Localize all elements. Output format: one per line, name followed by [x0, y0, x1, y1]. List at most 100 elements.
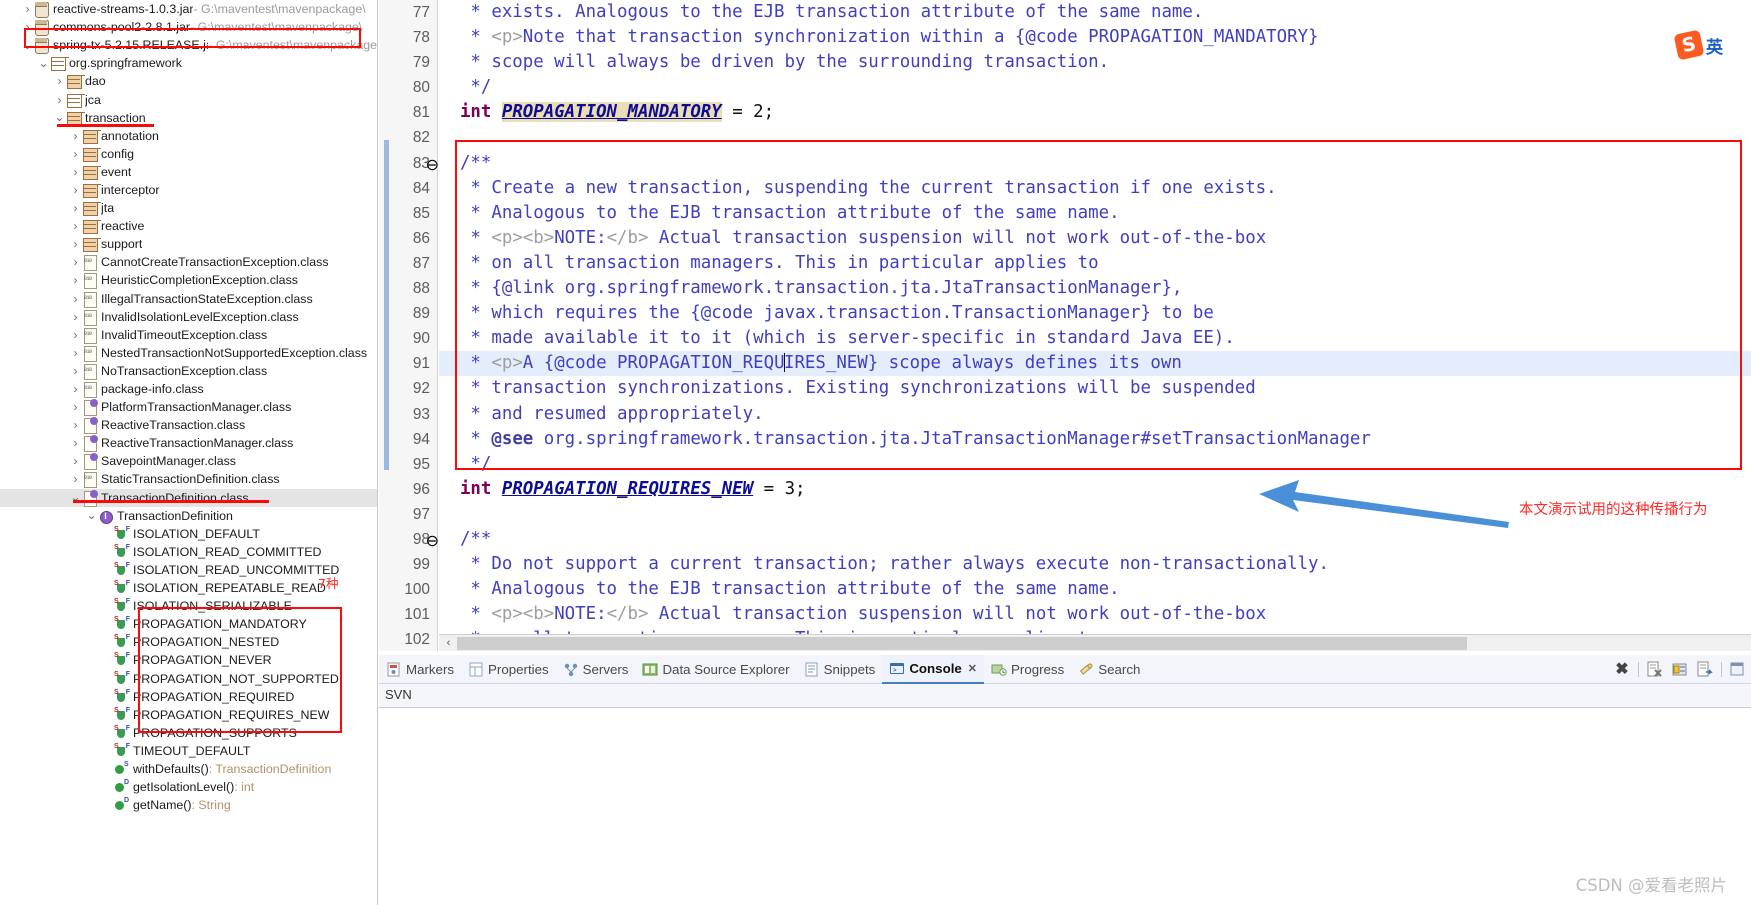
java-source-editor[interactable]: 77 78 79 80 81 82 83 ⊖ 84 85 86 87 88 89 90 91 92 93 94 95 9… — [379, 0, 1751, 651]
tree-item-platformtransactionmanager-class[interactable]: › PlatformTransactionManager.class — [0, 398, 377, 417]
tree-item-statictransactiondefinition-class[interactable]: › StaticTransactionDefinition.class — [0, 469, 377, 489]
tree-item-notransactionexception-class[interactable]: › NoTransactionException.class — [0, 361, 377, 380]
tree-item-org-springframework[interactable]: ⌄ org.springframework — [0, 54, 377, 72]
tree-item-reactivetransaction-class[interactable]: › ReactiveTransaction.class — [0, 416, 377, 435]
tree-item-reactive[interactable]: › reactive — [0, 217, 377, 235]
chevron-right-icon[interactable]: › — [54, 91, 65, 109]
code-line[interactable]: * <p><b>NOTE:</b> Actual transaction sus… — [439, 226, 1751, 251]
tree-item-withdefaults-[interactable]: SwithDefaults() : TransactionDefinition — [0, 760, 377, 778]
chevron-right-icon[interactable]: › — [70, 434, 81, 452]
code-line[interactable]: int PROPAGATION_REQUIRES_NEW = 3; — [439, 477, 1751, 502]
chevron-right-icon[interactable]: › — [70, 308, 81, 326]
ime-indicator[interactable]: S 英 — [1673, 28, 1748, 62]
code-line[interactable]: * scope will always be driven by the sur… — [439, 50, 1751, 75]
code-line[interactable]: * Create a new transaction, suspending t… — [439, 176, 1751, 201]
tree-item-invalidtimeoutexception-class[interactable]: › InvalidTimeoutException.class — [0, 325, 377, 344]
tree-item-heuristiccompletionexception-class[interactable]: › HeuristicCompletionException.class — [0, 270, 377, 290]
code-line[interactable]: int PROPAGATION_MANDATORY = 2; — [439, 100, 1751, 125]
chevron-right-icon[interactable]: › — [70, 290, 81, 308]
chevron-right-icon[interactable]: › — [70, 181, 81, 199]
tab-markers[interactable]: Markers — [379, 655, 461, 684]
code-line[interactable]: * Analogous to the EJB transaction attri… — [439, 201, 1751, 226]
chevron-right-icon[interactable]: › — [70, 145, 81, 163]
tree-item-spring-tx-5-2-15-release-jar[interactable]: ⌄ spring-tx-5.2.15.RELEASE.jar - G:\maven… — [0, 36, 377, 55]
chevron-down-icon[interactable]: ⌄ — [38, 56, 49, 70]
code-line[interactable]: * made available it to it (which is serv… — [439, 326, 1751, 351]
chevron-right-icon[interactable]: › — [70, 253, 81, 271]
tree-item-reactive-streams-1-0-3-jar[interactable]: › reactive-streams-1.0.3.jar - G:\mavente… — [0, 0, 377, 19]
tree-item-invalidisolationlevelexception-class[interactable]: › InvalidIsolationLevelException.class — [0, 307, 377, 326]
clear-console-icon[interactable] — [1646, 661, 1664, 678]
tree-item-commons-pool2-2-8-1-jar[interactable]: › commons-pool2-2.8.1.jar - G:\maventest\… — [0, 18, 377, 37]
tree-item-propagation-supports[interactable]: FPROPAGATION_SUPPORTS — [0, 724, 377, 742]
tree-item-reactivetransactionmanager-class[interactable]: › ReactiveTransactionManager.class — [0, 434, 377, 453]
chevron-right-icon[interactable]: › — [70, 326, 81, 344]
chevron-down-icon[interactable]: ⌄ — [54, 111, 65, 124]
code-line[interactable]: * @see org.springframework.transaction.j… — [439, 427, 1751, 452]
code-line[interactable]: /** — [439, 151, 1751, 176]
sogou-logo-icon[interactable]: S — [1673, 29, 1705, 61]
tree-item-isolation-read-committed[interactable]: FISOLATION_READ_COMMITTED — [0, 543, 377, 561]
tree-item-propagation-never[interactable]: FPROPAGATION_NEVER — [0, 651, 377, 669]
chevron-right-icon[interactable]: › — [22, 18, 33, 36]
ime-mode-label[interactable]: 英 — [1706, 33, 1723, 58]
tree-item-config[interactable]: › config — [0, 145, 377, 163]
scrollbar-thumb[interactable] — [457, 637, 1467, 650]
tree-item-dao[interactable]: › dao — [0, 72, 377, 90]
tree-item-getisolationlevel-[interactable]: DgetIsolationLevel() : int — [0, 778, 377, 796]
chevron-right-icon[interactable]: › — [54, 72, 65, 90]
close-icon[interactable]: ✕ — [968, 662, 977, 675]
tree-item-transactiondefinition-class[interactable]: ⌄ TransactionDefinition.class — [0, 488, 377, 507]
chevron-right-icon[interactable]: › — [70, 127, 81, 145]
tree-item-cannotcreatetransactionexception-class[interactable]: › CannotCreateTransactionException.class — [0, 252, 377, 272]
tree-item-transactiondefinition[interactable]: ⌄ TransactionDefinition — [0, 507, 377, 525]
tab-data-source-explorer[interactable]: Data Source Explorer — [635, 655, 796, 684]
tree-item-isolation-repeatable-read[interactable]: FISOLATION_REPEATABLE_READ — [0, 579, 377, 597]
code-line[interactable]: */ — [439, 75, 1751, 100]
tree-item-support[interactable]: › support — [0, 235, 377, 253]
tab-properties[interactable]: Properties — [461, 655, 556, 684]
chevron-right-icon[interactable]: › — [70, 416, 81, 434]
tab-console[interactable]: > Console ✕ — [882, 654, 985, 684]
chevron-right-icon[interactable]: › — [70, 235, 81, 253]
chevron-down-icon[interactable]: ⌄ — [22, 38, 33, 52]
terminate-all-icon[interactable]: ✖ — [1613, 661, 1631, 678]
code-line[interactable]: * <p>Note that transaction synchronizati… — [439, 25, 1751, 50]
console-toolbar[interactable]: ✖ — [1613, 655, 1747, 684]
tree-item-jca[interactable]: › jca — [0, 90, 377, 108]
code-line[interactable]: * which requires the {@code javax.transa… — [439, 301, 1751, 326]
tree-item-isolation-read-uncommitted[interactable]: FISOLATION_READ_UNCOMMITTED — [0, 561, 377, 579]
code-line[interactable]: * on all transaction managers. This in p… — [439, 251, 1751, 276]
tree-item-propagation-requires-new[interactable]: FPROPAGATION_REQUIRES_NEW — [0, 706, 377, 724]
tab-search[interactable]: Search — [1071, 655, 1147, 684]
chevron-right-icon[interactable]: › — [70, 199, 81, 217]
tree-item-interceptor[interactable]: › interceptor — [0, 181, 377, 199]
chevron-down-icon[interactable]: ⌄ — [86, 509, 97, 522]
code-line[interactable] — [439, 502, 1751, 527]
chevron-right-icon[interactable]: › — [70, 398, 81, 416]
chevron-right-icon[interactable]: › — [70, 380, 81, 398]
code-line[interactable] — [439, 125, 1751, 150]
code-line[interactable]: * {@link org.springframework.transaction… — [439, 276, 1751, 301]
view-tab-bar[interactable]: Markers Properties Servers Data Source Expl… — [379, 654, 1751, 684]
tree-item-propagation-not-supported[interactable]: FPROPAGATION_NOT_SUPPORTED — [0, 669, 377, 687]
editor-horizontal-scrollbar[interactable]: ‹ — [439, 634, 1751, 651]
tree-item-propagation-required[interactable]: FPROPAGATION_REQUIRED — [0, 688, 377, 706]
code-line[interactable]: * Analogous to the EJB transaction attri… — [439, 577, 1751, 602]
tree-item-savepointmanager-class[interactable]: › SavepointManager.class — [0, 452, 377, 471]
tree-item-package-info-class[interactable]: › package-info.class — [0, 379, 377, 399]
code-line[interactable]: * transaction synchronizations. Existing… — [439, 376, 1751, 401]
code-line[interactable]: /** — [439, 527, 1751, 552]
fold-toggle-icon[interactable]: ⊖ — [426, 155, 439, 175]
chevron-right-icon[interactable]: › — [70, 344, 81, 362]
code-line[interactable]: * <p>A {@code PROPAGATION_REQUIRES_NEW} … — [439, 351, 1751, 377]
chevron-right-icon[interactable]: › — [70, 362, 81, 380]
tree-item-isolation-serializable[interactable]: FISOLATION_SERIALIZABLE — [0, 597, 377, 615]
show-console-icon[interactable] — [1696, 661, 1714, 678]
tree-item-propagation-mandatory[interactable]: FPROPAGATION_MANDATORY — [0, 615, 377, 633]
package-explorer-tree[interactable]: › reactive-streams-1.0.3.jar - G:\mavente… — [0, 0, 378, 905]
fold-toggle-icon[interactable]: ⊖ — [426, 531, 439, 551]
chevron-right-icon[interactable]: › — [22, 0, 33, 18]
open-console-icon[interactable] — [1729, 661, 1747, 678]
scroll-left-arrow[interactable]: ‹ — [441, 635, 456, 651]
